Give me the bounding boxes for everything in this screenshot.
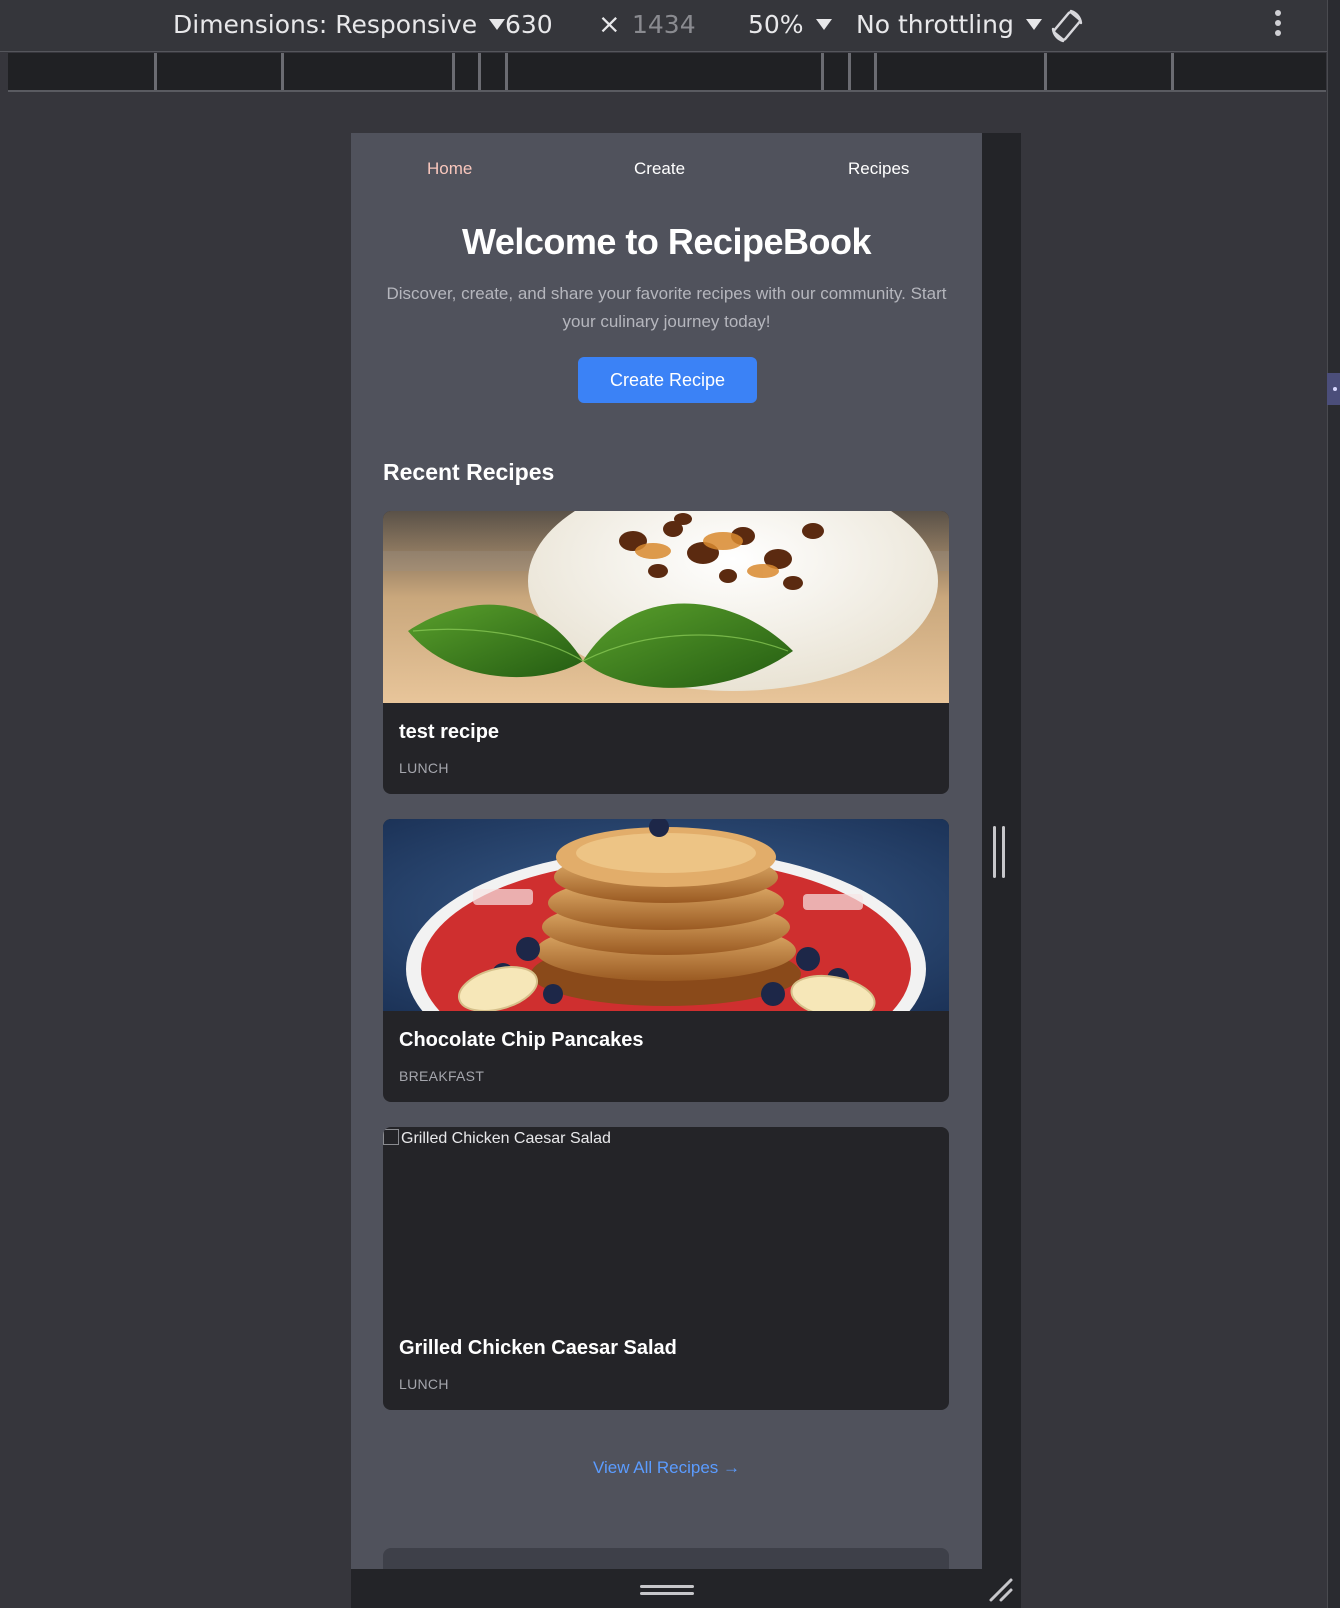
ruler-tick (505, 53, 508, 90)
height-input[interactable]: 1434 (632, 10, 696, 39)
nav-create-link[interactable]: Create (634, 159, 685, 179)
nav-recipes-link[interactable]: Recipes (848, 159, 909, 179)
recipe-image-pancakes (383, 819, 949, 1011)
recipe-card[interactable]: Chocolate Chip Pancakes BREAKFAST (383, 819, 949, 1102)
ruler-tick (821, 53, 824, 90)
resize-grip-icon[interactable] (993, 826, 1007, 878)
resize-corner-icon[interactable] (987, 1576, 1015, 1604)
ruler-tick (281, 53, 284, 90)
recipe-category: LUNCH (399, 1376, 449, 1392)
ruler-tick (1171, 53, 1174, 90)
partial-section (383, 1548, 949, 1569)
dropdown-caret-icon (815, 19, 832, 30)
ruler-tick (478, 53, 481, 90)
zoom-dropdown[interactable]: 50% (748, 10, 832, 39)
throttling-label: No throttling (856, 10, 1014, 39)
recipe-image-mint-dessert (383, 511, 949, 703)
page-title: Welcome to RecipeBook (462, 221, 871, 262)
recipe-card[interactable]: Grilled Chicken Caesar Salad Grilled Chi… (383, 1127, 949, 1410)
recipe-title: Grilled Chicken Caesar Salad (399, 1337, 677, 1359)
device-toolbar: Dimensions: Responsive 630 × 1434 50% No… (0, 0, 1327, 52)
rotate-icon[interactable] (1047, 7, 1087, 47)
ruler-tick (874, 53, 877, 90)
recipe-category: LUNCH (399, 760, 449, 776)
ruler-tick (154, 53, 157, 90)
ruler-tick (1044, 53, 1047, 90)
recipe-title: Chocolate Chip Pancakes (399, 1029, 644, 1051)
scrollbar-track[interactable] (1327, 0, 1340, 1608)
view-all-recipes-link[interactable]: View All Recipes → (351, 1458, 982, 1478)
scrollbar-thumb[interactable] (1327, 373, 1340, 405)
dropdown-caret-icon (1025, 19, 1042, 30)
ruler-tick (848, 53, 851, 90)
nav-home-link[interactable]: Home (427, 159, 472, 179)
throttling-dropdown[interactable]: No throttling (856, 10, 1042, 39)
media-query-ruler[interactable] (8, 53, 1326, 92)
dimensions-label: Dimensions: Responsive (173, 10, 478, 39)
create-recipe-button[interactable]: Create Recipe (578, 357, 757, 403)
image-alt-text: Grilled Chicken Caesar Salad (383, 1129, 611, 1148)
hero-subtitle: Discover, create, and share your favorit… (386, 284, 947, 331)
times-icon: × (598, 9, 621, 40)
dimensions-dropdown[interactable]: Dimensions: Responsive (173, 10, 506, 39)
recipe-image-broken: Grilled Chicken Caesar Salad (383, 1127, 949, 1319)
recipe-category: BREAKFAST (399, 1068, 485, 1084)
top-nav: Home Create Recipes (351, 159, 982, 189)
more-options-icon[interactable] (1272, 10, 1284, 42)
resize-grip-icon[interactable] (640, 1585, 694, 1595)
zoom-label: 50% (748, 10, 804, 39)
recipe-title: test recipe (399, 721, 500, 743)
ruler-tick (452, 53, 455, 90)
recent-recipes-heading: Recent Recipes (383, 459, 555, 485)
device-viewport: Home Create Recipes Welcome to RecipeBoo… (351, 133, 982, 1569)
dropdown-caret-icon (489, 19, 506, 30)
width-input[interactable]: 630 (505, 10, 553, 39)
recipe-card[interactable]: test recipe LUNCH (383, 511, 949, 794)
